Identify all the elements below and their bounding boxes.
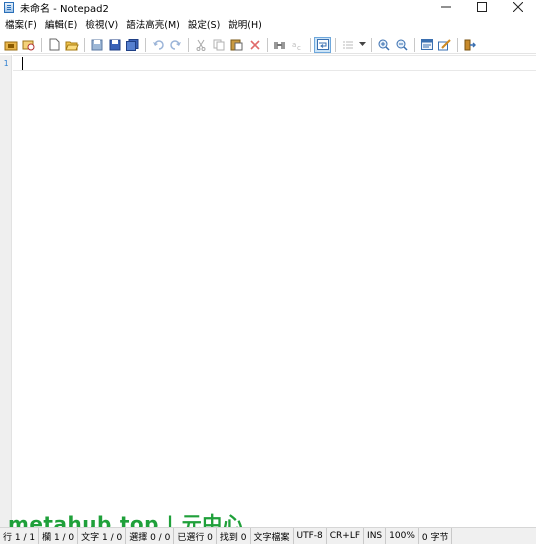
toolbar-separator	[145, 37, 146, 52]
paste-icon	[230, 39, 243, 51]
toolbar-separator	[457, 37, 458, 52]
maximize-icon	[477, 2, 487, 12]
word-wrap-icon	[316, 39, 329, 50]
chevron-down-icon	[358, 42, 366, 46]
find-icon	[274, 41, 285, 49]
status-scheme[interactable]: 文字檔案	[251, 528, 294, 544]
text-caret	[22, 57, 23, 70]
undo-icon	[152, 39, 164, 50]
open-recent-icon	[4, 41, 17, 50]
new-file-icon	[49, 38, 59, 51]
open-file-button[interactable]	[63, 37, 80, 53]
toolbar-separator	[188, 37, 189, 52]
save-copy-icon	[126, 38, 139, 51]
menu-help[interactable]: 說明(H)	[224, 19, 266, 33]
save-copy-button[interactable]	[124, 37, 141, 53]
delete-button[interactable]	[246, 37, 263, 53]
status-character: 文字 1 / 0	[78, 528, 127, 544]
toolbar: ac	[0, 36, 536, 54]
save-as-icon	[109, 39, 120, 50]
list-icon	[342, 41, 353, 48]
zoom-in-icon	[378, 39, 390, 51]
line-number: 1	[3, 59, 9, 68]
find-button[interactable]	[271, 37, 288, 53]
toolbar-separator	[310, 37, 311, 52]
menu-syntax-highlight[interactable]: 語法高亮(M)	[122, 19, 184, 33]
status-bar: 行 1 / 1 欄 1 / 0 文字 1 / 0 選擇 0 / 0 已選行 0 …	[0, 527, 536, 544]
browse-icon	[22, 40, 34, 50]
save-icon	[91, 39, 102, 50]
customize-button[interactable]	[436, 37, 453, 53]
redo-icon	[169, 39, 181, 50]
scheme-icon	[420, 39, 433, 50]
menu-bar: 檔案(F) 編輯(E) 檢視(V) 語法高亮(M) 設定(S) 說明(H)	[0, 18, 536, 34]
status-encoding[interactable]: UTF-8	[294, 528, 327, 544]
toolbar-separator	[41, 37, 42, 52]
maximize-button[interactable]	[464, 0, 500, 14]
copy-icon	[213, 39, 224, 50]
new-file-button[interactable]	[45, 37, 62, 53]
menu-settings[interactable]: 設定(S)	[184, 19, 224, 33]
toolbar-separator	[84, 37, 85, 52]
redo-button[interactable]	[167, 37, 184, 53]
undo-button[interactable]	[149, 37, 166, 53]
current-line-highlight	[13, 55, 536, 71]
status-selected-lines: 已選行 0	[174, 528, 217, 544]
toolbar-separator	[414, 37, 415, 52]
svg-text:a: a	[292, 41, 296, 49]
cut-icon	[196, 39, 205, 51]
customize-icon	[438, 38, 451, 50]
menu-file[interactable]: 檔案(F)	[1, 19, 41, 33]
toolbar-separator	[267, 37, 268, 52]
save-as-button[interactable]	[106, 37, 123, 53]
delete-icon	[249, 39, 260, 50]
status-column: 欄 1 / 0	[39, 528, 79, 544]
status-found: 找到 0	[217, 528, 251, 544]
zoom-out-icon	[396, 39, 408, 51]
cut-button[interactable]	[192, 37, 209, 53]
replace-icon: ac	[292, 41, 301, 51]
status-line-ending[interactable]: CR+LF	[327, 528, 365, 544]
exit-icon	[464, 39, 476, 50]
status-file-size: 0 字节	[419, 528, 453, 544]
menu-edit[interactable]: 編輯(E)	[41, 19, 81, 33]
toolbar-separator	[371, 37, 372, 52]
list-dropdown-button[interactable]	[357, 37, 367, 53]
scheme-button[interactable]	[418, 37, 435, 53]
save-button[interactable]	[88, 37, 105, 53]
window-controls	[428, 0, 536, 14]
status-zoom[interactable]: 100%	[386, 528, 419, 544]
svg-text:c: c	[297, 44, 301, 51]
window-title: 未命名 - Notepad2	[20, 3, 109, 15]
minimize-button[interactable]	[428, 0, 464, 14]
close-icon	[513, 2, 523, 12]
status-selection: 選擇 0 / 0	[126, 528, 175, 544]
word-wrap-button[interactable]	[314, 36, 331, 53]
notepad-app-icon[interactable]	[4, 1, 14, 13]
browse-button[interactable]	[20, 37, 37, 53]
open-folder-icon	[64, 41, 79, 50]
close-button[interactable]	[500, 0, 536, 14]
exit-button[interactable]	[461, 37, 478, 53]
title-bar: 未命名 - Notepad2	[0, 0, 536, 15]
menu-view[interactable]: 檢視(V)	[81, 19, 122, 33]
replace-button[interactable]: ac	[289, 37, 306, 53]
zoom-out-button[interactable]	[393, 37, 410, 53]
zoom-in-button[interactable]	[375, 37, 392, 53]
line-number-gutter: 1	[0, 55, 12, 527]
paste-button[interactable]	[228, 37, 245, 53]
status-line: 行 1 / 1	[0, 528, 40, 544]
editor-area[interactable]: 1	[0, 55, 536, 527]
list-button[interactable]	[339, 37, 356, 53]
toolbar-separator	[335, 37, 336, 52]
copy-button[interactable]	[210, 37, 227, 53]
minimize-icon	[441, 6, 451, 8]
status-insert-mode[interactable]: INS	[364, 528, 387, 544]
open-recent-button[interactable]	[2, 37, 19, 53]
